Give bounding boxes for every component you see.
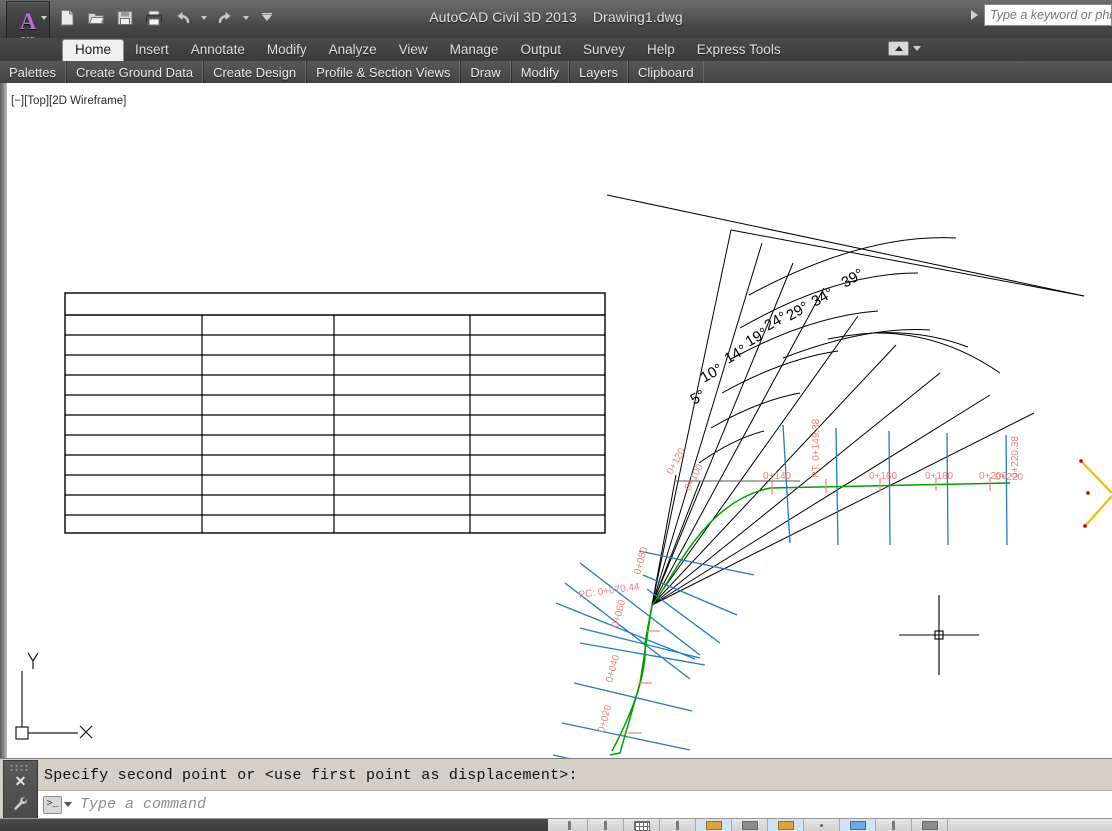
tab-survey[interactable]: Survey (572, 39, 636, 61)
station-label-0020: 0+020 (596, 703, 614, 733)
status-toggle-dyn[interactable] (840, 819, 876, 831)
status-toggle-grid-display[interactable] (624, 819, 660, 831)
autocad-logo-icon: A (19, 8, 37, 34)
status-toggle-otrack[interactable] (768, 819, 804, 831)
station-label-0100: 0+100 (683, 462, 706, 492)
customize-qat-icon[interactable] (254, 5, 280, 31)
chevron-down-icon[interactable] (64, 802, 72, 807)
tab-insert[interactable]: Insert (124, 39, 180, 61)
station-label-0220-38: 0+220.38 (1010, 436, 1021, 478)
angle-label-5: 5° (688, 387, 709, 409)
ucs-icon (15, 652, 93, 740)
command-line-grip[interactable]: ✕ (3, 760, 38, 820)
panel-palettes[interactable]: Palettes (0, 61, 66, 83)
station-label-pc-0070: PC: 0+070.44 (578, 581, 641, 601)
station-label-0060: 0+060 (610, 598, 628, 628)
station-label-0180: 0+180 (925, 471, 954, 482)
autocad-window: A C3D (0, 0, 1112, 831)
command-input-placeholder: Type a command (80, 796, 207, 813)
ribbon-panel-bar: Palettes Create Ground Data Create Desig… (0, 61, 1112, 84)
command-history: Specify second point or <use first point… (38, 760, 1112, 790)
drawing-table[interactable] (64, 292, 606, 534)
undo-icon[interactable] (170, 5, 196, 31)
status-toggle-ducs[interactable] (804, 819, 840, 831)
new-file-icon[interactable] (54, 5, 80, 31)
close-icon[interactable]: ✕ (4, 774, 37, 788)
command-input-row[interactable]: >_ Type a command (38, 790, 1112, 818)
title-bar: A C3D (0, 0, 1112, 47)
ribbon-tabs: Home Insert Annotate Modify Analyze View… (62, 38, 792, 61)
station-label-0080: 0+080 (632, 545, 650, 575)
panel-draw[interactable]: Draw (460, 61, 511, 83)
angle-label-39: 39° (839, 265, 867, 291)
redo-dropdown-icon[interactable] (243, 16, 249, 20)
app-title-label: AutoCAD Civil 3D 2013 (429, 9, 577, 25)
status-toggle-polar[interactable] (696, 819, 732, 831)
wrench-icon[interactable] (12, 795, 30, 818)
search-placeholder: Type a keyword or phrase (990, 8, 1111, 22)
tab-help[interactable]: Help (636, 39, 686, 61)
angle-label-34: 34° (809, 284, 837, 310)
station-label-pt-0149: PT: 0+149.38 (811, 418, 822, 478)
tab-express-tools[interactable]: Express Tools (686, 39, 792, 61)
command-prompt-icon[interactable]: >_ (43, 795, 62, 814)
tab-home[interactable]: Home (62, 39, 125, 61)
alignment-centerline[interactable] (611, 482, 1011, 752)
print-icon[interactable] (141, 5, 167, 31)
status-toggle-transparency[interactable] (912, 819, 948, 831)
angle-label-10: 10° (698, 360, 726, 386)
open-file-icon[interactable] (83, 5, 109, 31)
station-label-0040: 0+040 (604, 653, 622, 683)
status-toggle-lwt[interactable] (876, 819, 912, 831)
station-label-0120: 0+120 (665, 446, 688, 476)
crosshair-cursor (899, 595, 979, 675)
status-bar-toggles (552, 819, 948, 831)
radial-fan-geometry[interactable] (606, 194, 1085, 606)
status-bar (0, 818, 1112, 831)
status-toggle-ortho[interactable] (660, 819, 696, 831)
status-bar-left-region (0, 819, 548, 831)
document-name-label: Drawing1.dwg (592, 9, 683, 25)
search-expand-icon[interactable] (971, 10, 978, 20)
station-label-0140: 0+140 (763, 471, 792, 482)
tab-annotate[interactable]: Annotate (180, 39, 256, 61)
save-icon[interactable] (112, 5, 138, 31)
chevron-down-icon[interactable] (913, 46, 921, 51)
status-toggle-snap[interactable] (552, 819, 588, 831)
search-area: Type a keyword or phrase (971, 2, 1112, 28)
command-prompt-text: Specify second point or <use first point… (44, 766, 578, 784)
panel-layers[interactable]: Layers (568, 61, 629, 83)
command-line-panel: ✕ Specify second point or <use first poi… (0, 758, 1112, 820)
redo-icon[interactable] (212, 5, 238, 31)
tab-manage[interactable]: Manage (439, 39, 510, 61)
status-toggle-osnap[interactable] (732, 819, 768, 831)
quick-access-toolbar (54, 4, 280, 32)
tab-analyze[interactable]: Analyze (318, 39, 388, 61)
panel-profile-section-views[interactable]: Profile & Section Views (306, 61, 461, 83)
status-toggle-grid[interactable] (588, 819, 624, 831)
panel-create-ground-data[interactable]: Create Ground Data (65, 61, 204, 83)
search-input[interactable]: Type a keyword or phrase (984, 4, 1112, 26)
panel-clipboard[interactable]: Clipboard (628, 61, 704, 83)
tab-modify[interactable]: Modify (256, 39, 318, 61)
panel-create-design[interactable]: Create Design (203, 61, 307, 83)
chevron-down-icon (41, 16, 47, 20)
minimize-ribbon-icon[interactable] (888, 41, 909, 56)
station-label-0160: 0+160 (869, 471, 898, 482)
minimize-ribbon-control[interactable] (888, 41, 921, 56)
panel-modify[interactable]: Modify (510, 61, 569, 83)
tab-output[interactable]: Output (509, 39, 572, 61)
undo-dropdown-icon[interactable] (201, 16, 207, 20)
ribbon-tab-bar: Home Insert Annotate Modify Analyze View… (0, 38, 1112, 62)
tab-view[interactable]: View (388, 39, 439, 61)
drag-handle-icon[interactable] (9, 764, 31, 772)
highlighted-geometry-fragment[interactable] (1079, 459, 1112, 528)
drawing-content: 0+140 0+160 0+180 0+200 0+220 PT: 0+149.… (15, 194, 1112, 758)
